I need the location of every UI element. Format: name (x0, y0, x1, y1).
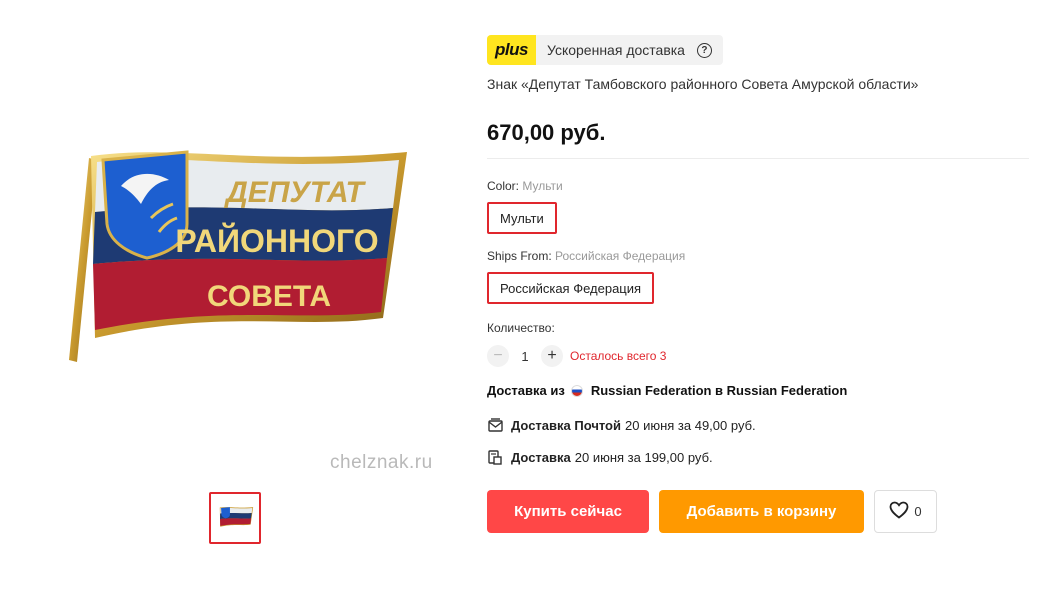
product-title: Знак «Депутат Тамбовского районного Сове… (487, 76, 919, 92)
color-label-key: Color: (487, 179, 520, 193)
plus-logo: plus (487, 35, 536, 65)
badge-text-line-3: СОВЕТА (207, 280, 331, 313)
thumbnail-badge-icon (219, 507, 254, 527)
shipping-route-text: Russian Federation в Russian Federation (590, 383, 848, 398)
ships-from-option-russia[interactable]: Российская Федерация (487, 272, 655, 304)
badge-text-line-2: РАЙОННОГО (175, 223, 378, 259)
delivery-post-name: Доставка Почтой (511, 417, 621, 433)
heart-icon (889, 501, 909, 522)
stock-remaining: Осталось всего 3 (570, 349, 667, 363)
main-product-image[interactable]: ДЕПУТАТ РАЙОННОГО СОВЕТА (55, 140, 415, 370)
parcel-icon (487, 449, 503, 465)
delivery-option-post: Доставка Почтой 20 июня за 49,00 руб. (487, 417, 756, 433)
quantity-stepper: − + Осталось всего 3 (487, 345, 666, 367)
delivery-post-detail: 20 июня за 49,00 руб. (625, 417, 756, 433)
add-to-cart-button[interactable]: Добавить в корзину (659, 490, 864, 533)
thumbnail-image[interactable] (209, 492, 261, 544)
divider (487, 158, 1029, 159)
badge-flag-image: ДЕПУТАТ РАЙОННОГО СОВЕТА (69, 150, 407, 362)
quantity-increase-button[interactable]: + (541, 345, 563, 367)
ships-from-label-key: Ships From: (487, 249, 552, 263)
delivery-standard-name: Доставка (511, 449, 571, 465)
mail-icon (487, 417, 503, 433)
help-icon[interactable]: ? (696, 42, 712, 58)
russia-flag-icon (570, 384, 583, 397)
delivery-option-standard: Доставка 20 июня за 199,00 руб. (487, 449, 713, 465)
quantity-decrease-button[interactable]: − (487, 345, 509, 367)
plus-delivery-badge[interactable]: plus Ускоренная доставка ? (487, 35, 723, 65)
product-gallery: ДЕПУТАТ РАЙОННОГО СОВЕТА chelznak.ru (0, 0, 470, 602)
color-label: Color: Мульти (487, 179, 563, 193)
wishlist-count: 0 (914, 504, 922, 519)
ships-from-label: Ships From: Российская Федерация (487, 249, 685, 263)
product-price: 670,00 руб. (487, 120, 606, 145)
buy-now-button[interactable]: Купить сейчас (487, 490, 649, 533)
plus-delivery-text: Ускоренная доставка (547, 42, 685, 58)
delivery-standard-detail: 20 июня за 199,00 руб. (574, 449, 713, 465)
product-info: plus Ускоренная доставка ? Знак «Депутат… (487, 0, 1032, 602)
color-label-value: Мульти (522, 179, 563, 193)
badge-text-line-1: ДЕПУТАТ (223, 176, 366, 209)
quantity-label: Количество: (487, 321, 555, 335)
shipping-from-prefix: Доставка из (487, 383, 565, 398)
quantity-input[interactable] (509, 348, 541, 364)
shipping-route: Доставка из Russian Federation в Russian… (487, 383, 847, 398)
color-option-multi[interactable]: Мульти (487, 202, 557, 234)
wishlist-button[interactable]: 0 (874, 490, 937, 533)
ships-from-label-value: Российская Федерация (555, 249, 686, 263)
watermark: chelznak.ru (330, 452, 433, 473)
